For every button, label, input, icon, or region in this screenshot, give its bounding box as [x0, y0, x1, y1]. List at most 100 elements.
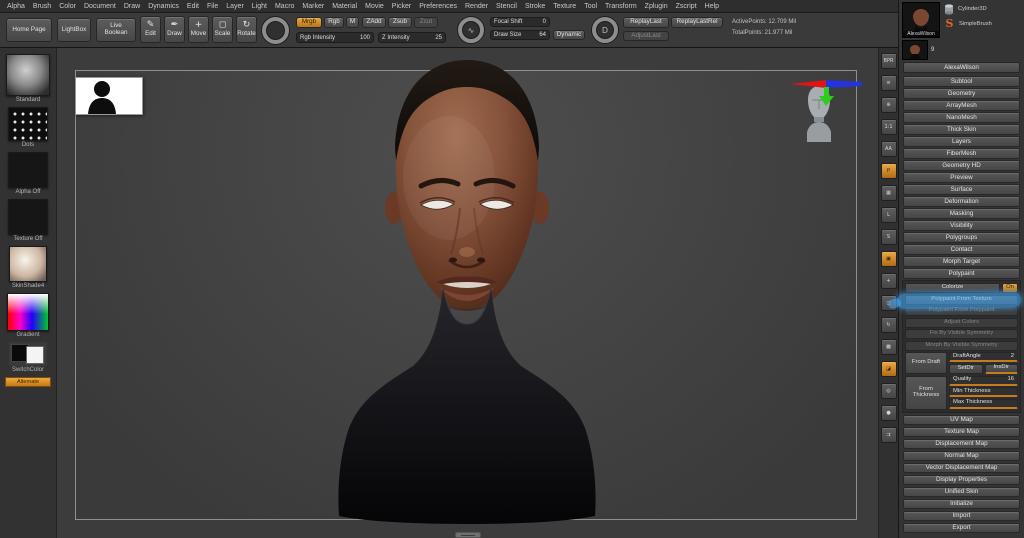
palette-section[interactable]: Export [903, 523, 1020, 534]
tool-slot-cylinder[interactable]: Cylinder3D [943, 3, 992, 15]
colorize-on-button[interactable]: On [1002, 283, 1018, 293]
shelf-toggle-icon[interactable]: BPR [881, 53, 897, 69]
shelf-toggle-icon[interactable]: ↻ [881, 317, 897, 333]
palette-section[interactable]: Polypaint [903, 268, 1020, 279]
palette-section[interactable]: Preview [903, 172, 1020, 183]
palette-section[interactable]: Thick Skin [903, 124, 1020, 135]
menu-item[interactable]: Layer [226, 3, 244, 10]
palette-section[interactable]: Masking [903, 208, 1020, 219]
brush-selector[interactable]: Standard [6, 54, 50, 103]
dots-stroke-icon[interactable] [8, 107, 48, 141]
menu-item[interactable]: Movie [365, 3, 384, 10]
palette-section[interactable]: Layers [903, 136, 1020, 147]
current-tool-button[interactable]: AlexaWilson [903, 62, 1020, 73]
viewport-canvas[interactable] [57, 48, 878, 538]
menu-item[interactable]: Tool [584, 3, 597, 10]
replay-last-rel-button[interactable]: ReplayLastRel [671, 17, 723, 28]
insdir-button[interactable]: InsDir [985, 364, 1019, 374]
brush-preview-circle-icon[interactable] [262, 17, 289, 44]
palette-section[interactable]: Deformation [903, 196, 1020, 207]
silhouette-thumbnail[interactable] [75, 77, 143, 115]
menu-item[interactable]: Transform [605, 3, 637, 10]
shelf-toggle-icon[interactable]: ⇉ [881, 427, 897, 443]
palette-section[interactable]: Initialize [903, 499, 1020, 510]
menu-item[interactable]: Color [59, 3, 76, 10]
max-thickness-slider[interactable]: Max Thickness [949, 399, 1018, 409]
shelf-toggle-icon[interactable]: P [881, 163, 897, 179]
from-thickness-button[interactable]: From Thickness [905, 376, 947, 410]
color-picker[interactable]: Gradient [7, 293, 49, 338]
min-thickness-slider[interactable]: Min Thickness [949, 387, 1018, 397]
colorize-button[interactable]: Colorize [905, 283, 1000, 293]
shelf-toggle-icon[interactable]: + [881, 273, 897, 289]
palette-section[interactable]: Normal Map [903, 451, 1020, 462]
rgb-intensity-slider[interactable]: Rgb Intensity 100 [296, 32, 374, 43]
skinshade-material-icon[interactable] [9, 246, 47, 282]
canvas-scroll-handle[interactable] [455, 532, 481, 538]
menu-item[interactable]: Preferences [419, 3, 457, 10]
shelf-toggle-icon[interactable]: L [881, 207, 897, 223]
replay-circle-icon[interactable]: D [592, 17, 618, 43]
quick-pick-thumbnail[interactable] [902, 40, 928, 60]
palette-section[interactable]: Geometry HD [903, 160, 1020, 171]
shelf-toggle-icon[interactable]: AA [881, 141, 897, 157]
material-selector[interactable]: SkinShade4 [9, 246, 47, 289]
palette-section[interactable]: FiberMesh [903, 148, 1020, 159]
mode-button[interactable]: ◻ Scale [212, 16, 233, 43]
palette-section[interactable]: Morph Target [903, 256, 1020, 267]
from-draft-button[interactable]: From Draft [905, 352, 947, 374]
menu-item[interactable]: Marker [302, 3, 324, 10]
menu-item[interactable]: Zplugin [645, 3, 668, 10]
mode-button[interactable]: + Move [188, 16, 209, 43]
menu-item[interactable]: Help [705, 3, 719, 10]
menu-item[interactable]: Draw [124, 3, 140, 10]
menu-item[interactable]: Picker [392, 3, 411, 10]
menu-item[interactable]: Document [84, 3, 116, 10]
menu-item[interactable]: Render [465, 3, 488, 10]
shelf-toggle-icon[interactable]: S [881, 229, 897, 245]
focal-shift-curve-icon[interactable]: ∿ [458, 17, 484, 43]
alpha-off-icon[interactable] [8, 152, 48, 188]
menu-item[interactable]: Zscript [676, 3, 697, 10]
dynamic-button[interactable]: Dynamic [553, 30, 585, 40]
palette-section[interactable]: ArrayMesh [903, 100, 1020, 111]
standard-brush-icon[interactable] [6, 54, 50, 96]
shelf-toggle-icon[interactable]: ▦ [881, 185, 897, 201]
palette-section[interactable]: Unified Skin [903, 487, 1020, 498]
draw-size-slider[interactable]: Draw Size 64 [490, 30, 550, 40]
polypaint-from-texture-button[interactable]: Polypaint From Texture [905, 295, 1018, 305]
z-intensity-slider[interactable]: Z Intensity 25 [378, 32, 446, 43]
replay-last-button[interactable]: ReplayLast [623, 17, 669, 28]
mode-button[interactable]: ✎ Edit [140, 16, 161, 43]
focal-shift-slider[interactable]: Focal Shift 0 [490, 17, 550, 27]
menu-item[interactable]: Stroke [525, 3, 545, 10]
mrgb-button[interactable]: Mrgb [296, 17, 322, 28]
zsub-button[interactable]: Zsub [388, 17, 412, 28]
palette-section[interactable]: Displacement Map [903, 439, 1020, 450]
lightbox-button[interactable]: LightBox [57, 18, 91, 42]
alternate-toggle[interactable]: Alternate [5, 377, 51, 387]
switch-color-icon[interactable] [9, 342, 47, 366]
menu-item[interactable]: Macro [275, 3, 294, 10]
shelf-toggle-icon[interactable]: ▣ [881, 251, 897, 267]
live-boolean-button[interactable]: Live Boolean [96, 18, 136, 42]
shelf-toggle-icon[interactable]: 1:1 [881, 119, 897, 135]
menu-item[interactable]: Brush [33, 3, 51, 10]
tool-slot-simplebrush[interactable]: S SimpleBrush [943, 17, 992, 30]
palette-section[interactable]: Vector Displacement Map [903, 463, 1020, 474]
menu-item[interactable]: Stencil [496, 3, 517, 10]
texture-selector[interactable]: Texture Off [8, 199, 48, 242]
palette-section[interactable]: Surface [903, 184, 1020, 195]
shelf-toggle-icon[interactable]: ◪ [881, 361, 897, 377]
xyz-axis-gizmo[interactable] [790, 72, 862, 106]
shelf-toggle-icon[interactable]: ◎ [881, 383, 897, 399]
m-button[interactable]: M [346, 17, 359, 28]
switch-color[interactable]: SwitchColor [9, 342, 47, 373]
setdir-button[interactable]: SetDir [949, 364, 983, 374]
palette-section[interactable]: Import [903, 511, 1020, 522]
shelf-toggle-icon[interactable]: ⊕ [881, 97, 897, 113]
mode-button[interactable]: ✒ Draw [164, 16, 185, 43]
menu-item[interactable]: Light [252, 3, 267, 10]
home-page-button[interactable]: Home Page [6, 18, 52, 42]
menu-item[interactable]: Texture [553, 3, 576, 10]
